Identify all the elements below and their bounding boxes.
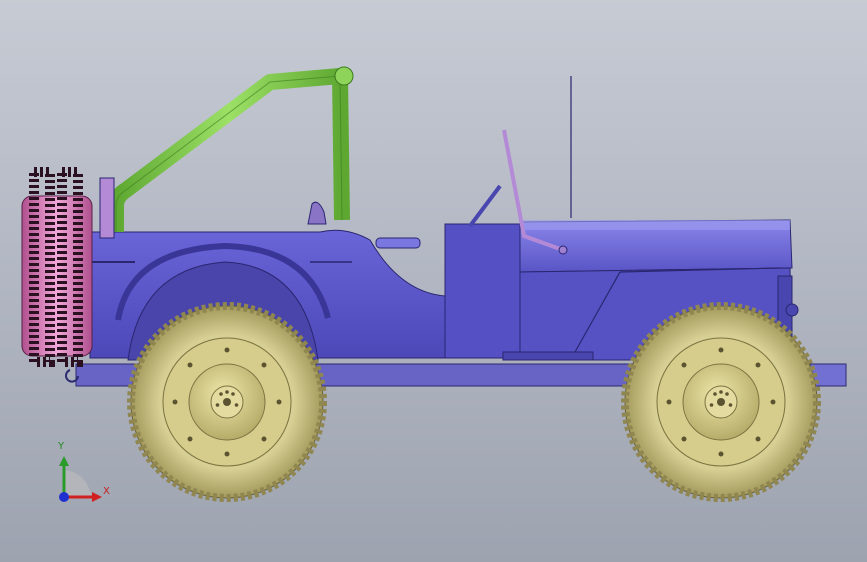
- x-axis-label: X: [103, 486, 110, 497]
- seat-back: [307, 201, 327, 225]
- spare-tire: [21, 167, 93, 367]
- rear-wheel: [127, 302, 327, 502]
- front-wheel: [621, 302, 821, 502]
- running-board: [502, 351, 594, 361]
- z-axis-origin: [59, 492, 69, 502]
- windshield-hinge: [558, 245, 568, 255]
- cad-viewport[interactable]: X Y: [0, 0, 867, 562]
- steering-wheel: [468, 184, 502, 228]
- door-handle: [375, 237, 421, 249]
- headlight: [785, 303, 799, 317]
- roll-bar: [108, 68, 350, 232]
- fuel-can: [99, 177, 115, 239]
- roll-bar-joint: [334, 66, 354, 86]
- y-axis-label: Y: [58, 441, 65, 452]
- roll-bar-outline: [115, 75, 343, 232]
- jeep-3d-model[interactable]: [0, 0, 867, 562]
- body-rear-panel: [444, 223, 521, 359]
- axis-triad: [59, 456, 102, 502]
- hood-top: [522, 220, 790, 230]
